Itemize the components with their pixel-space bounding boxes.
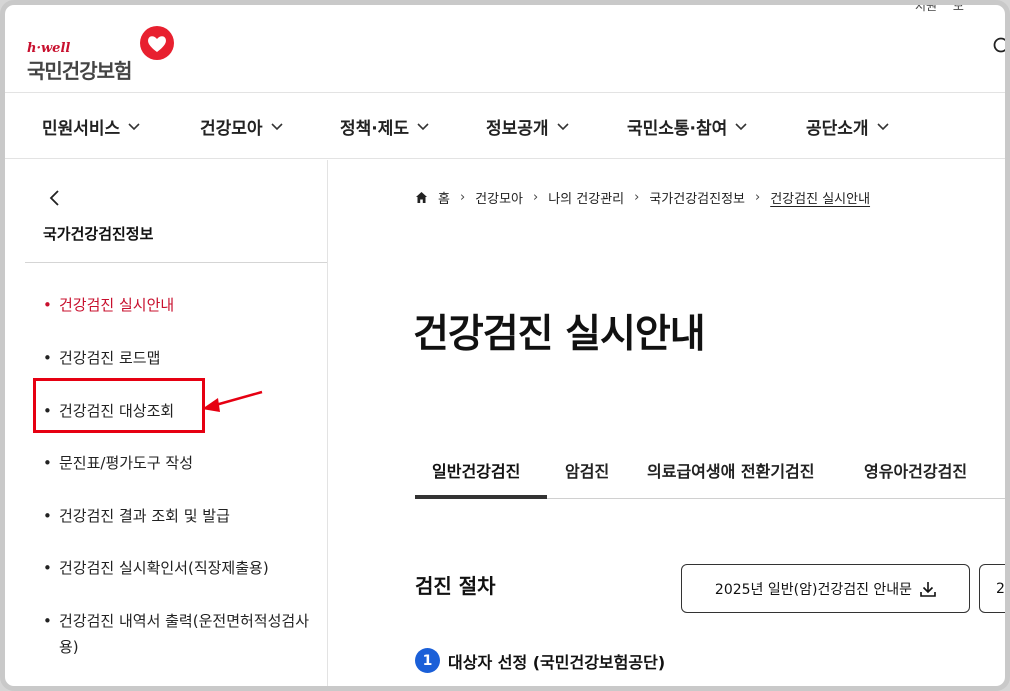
util-link[interactable]: 모 <box>953 5 964 13</box>
global-nav: 민원서비스 건강모아 정책·제도 정보공개 국민소통·참여 공단소개 <box>5 94 1005 159</box>
side-nav-item-label: 문진표/평가도구 작성 <box>59 454 194 472</box>
breadcrumb-item[interactable]: 국가건강검진정보 <box>649 188 745 207</box>
gnb-item-civil-service[interactable]: 민원서비스 <box>42 114 140 139</box>
procedure-step: 1 대상자 선정 (국민건강보험공단) <box>415 648 665 673</box>
bullet: • <box>43 454 52 472</box>
side-nav-item-checkup-guide[interactable]: • 건강검진 실시안내 <box>43 292 174 318</box>
browser-frame: h·well 국민건강보험 지원 모 민원서비스 건강모아 정책·제도 정보공개… <box>0 0 1010 691</box>
chevron-down-icon <box>417 122 429 130</box>
download-button-label: 2025년 일반(암)건강검진 안내문 <box>714 581 913 598</box>
bullet: • <box>43 559 52 577</box>
chevron-down-icon <box>876 122 889 130</box>
section-title: 검진 절차 <box>415 574 496 598</box>
gnb-item-label: 국민소통·참여 <box>627 119 728 139</box>
breadcrumb-item[interactable]: 나의 건강관리 <box>548 188 624 207</box>
divider <box>25 262 327 263</box>
tab-infant-checkup[interactable]: 영유아건강검진 <box>864 458 967 482</box>
site-logo[interactable]: h·well 국민건강보험 <box>27 25 187 85</box>
side-nav-item-label: 건강검진 내역서 출력(운전면허적성검사용) <box>59 612 309 656</box>
gnb-item-label: 공단소개 <box>806 119 869 139</box>
page-title: 건강검진 실시안내 <box>413 312 706 357</box>
tab-cancer-checkup[interactable]: 암검진 <box>565 458 609 482</box>
breadcrumb-item[interactable]: 홈 <box>438 188 450 207</box>
breadcrumb-separator: › <box>755 190 761 205</box>
chevron-down-icon <box>270 122 283 130</box>
step-label: 대상자 선정 (국민건강보험공단) <box>448 652 666 672</box>
side-nav-item-label: 건강검진 실시확인서(직장제출용) <box>59 559 269 577</box>
highlight-box <box>33 378 205 433</box>
active-tab-indicator <box>415 495 547 499</box>
bullet: • <box>43 612 52 630</box>
chevron-down-icon <box>556 122 569 130</box>
heart-logo-icon <box>140 26 174 60</box>
side-nav-item-label: 건강검진 실시안내 <box>59 296 175 314</box>
side-nav-item-label: 건강검진 로드맵 <box>59 349 161 367</box>
side-nav-item-confirmation[interactable]: • 건강검진 실시확인서(직장제출용) <box>43 555 269 581</box>
gnb-item-about[interactable]: 공단소개 <box>806 114 889 139</box>
download-button-label: 20 <box>996 580 1005 597</box>
gnb-item-disclosure[interactable]: 정보공개 <box>486 114 569 139</box>
utility-links: 지원 모 <box>915 5 976 14</box>
side-nav-item-label: 건강검진 결과 조회 및 발급 <box>59 507 230 525</box>
gnb-item-label: 정책·제도 <box>340 119 410 139</box>
gnb-item-label: 건강모아 <box>200 119 263 139</box>
side-nav-item-results[interactable]: • 건강검진 결과 조회 및 발급 <box>43 503 230 529</box>
download-guide-button-2[interactable]: 20 <box>979 564 1005 613</box>
util-link[interactable]: 지원 <box>915 5 937 13</box>
gnb-item-policy[interactable]: 정책·제도 <box>340 114 429 139</box>
side-nav-item-roadmap[interactable]: • 건강검진 로드맵 <box>43 345 160 371</box>
main-content: 홈 › 건강모아 › 나의 건강관리 › 국가건강검진정보 › 건강검진 실시안… <box>329 160 1005 686</box>
gnb-item-health-moa[interactable]: 건강모아 <box>200 114 283 139</box>
breadcrumb-separator: › <box>459 190 466 205</box>
gnb-item-label: 민원서비스 <box>42 119 121 139</box>
breadcrumb: 홈 › 건강모아 › 나의 건강관리 › 국가건강검진정보 › 건강검진 실시안… <box>415 188 870 207</box>
back-arrow-icon[interactable] <box>45 188 65 208</box>
download-icon <box>920 581 936 597</box>
download-guide-button[interactable]: 2025년 일반(암)건강검진 안내문 <box>681 564 970 613</box>
bullet: • <box>43 507 52 525</box>
gnb-item-label: 정보공개 <box>486 119 549 139</box>
side-nav-item-statement[interactable]: • 건강검진 내역서 출력(운전면허적성검사용) <box>43 608 313 660</box>
logo-tagline: h·well <box>27 41 71 56</box>
breadcrumb-item[interactable]: 건강모아 <box>475 188 523 207</box>
chevron-down-icon <box>128 122 140 130</box>
search-icon[interactable] <box>993 37 1010 57</box>
breadcrumb-current[interactable]: 건강검진 실시안내 <box>770 188 870 207</box>
side-nav-title: 국가건강검진정보 <box>43 225 154 243</box>
site-header: h·well 국민건강보험 지원 모 <box>5 5 1005 93</box>
gnb-item-participation[interactable]: 국민소통·참여 <box>627 114 747 139</box>
step-number-badge: 1 <box>415 648 440 673</box>
home-icon <box>416 192 427 203</box>
tab-medical-aid-checkup[interactable]: 의료급여생애 전환기검진 <box>647 458 815 482</box>
red-arrow-icon <box>202 390 263 412</box>
bullet: • <box>43 296 52 314</box>
side-nav-item-questionnaire[interactable]: • 문진표/평가도구 작성 <box>43 450 193 476</box>
side-nav: 국가건강검진정보 • 건강검진 실시안내 • 건강검진 로드맵 • 건강검진 대… <box>5 160 328 686</box>
chevron-down-icon <box>735 122 747 130</box>
breadcrumb-separator: › <box>634 190 640 205</box>
bullet: • <box>43 349 52 367</box>
logo-name: 국민건강보험 <box>27 59 132 83</box>
breadcrumb-separator: › <box>533 190 539 205</box>
checkup-tabs: 일반건강검진 암검진 의료급여생애 전환기검진 영유아건강검진 <box>415 442 1005 499</box>
tab-general-checkup[interactable]: 일반건강검진 <box>432 458 520 482</box>
